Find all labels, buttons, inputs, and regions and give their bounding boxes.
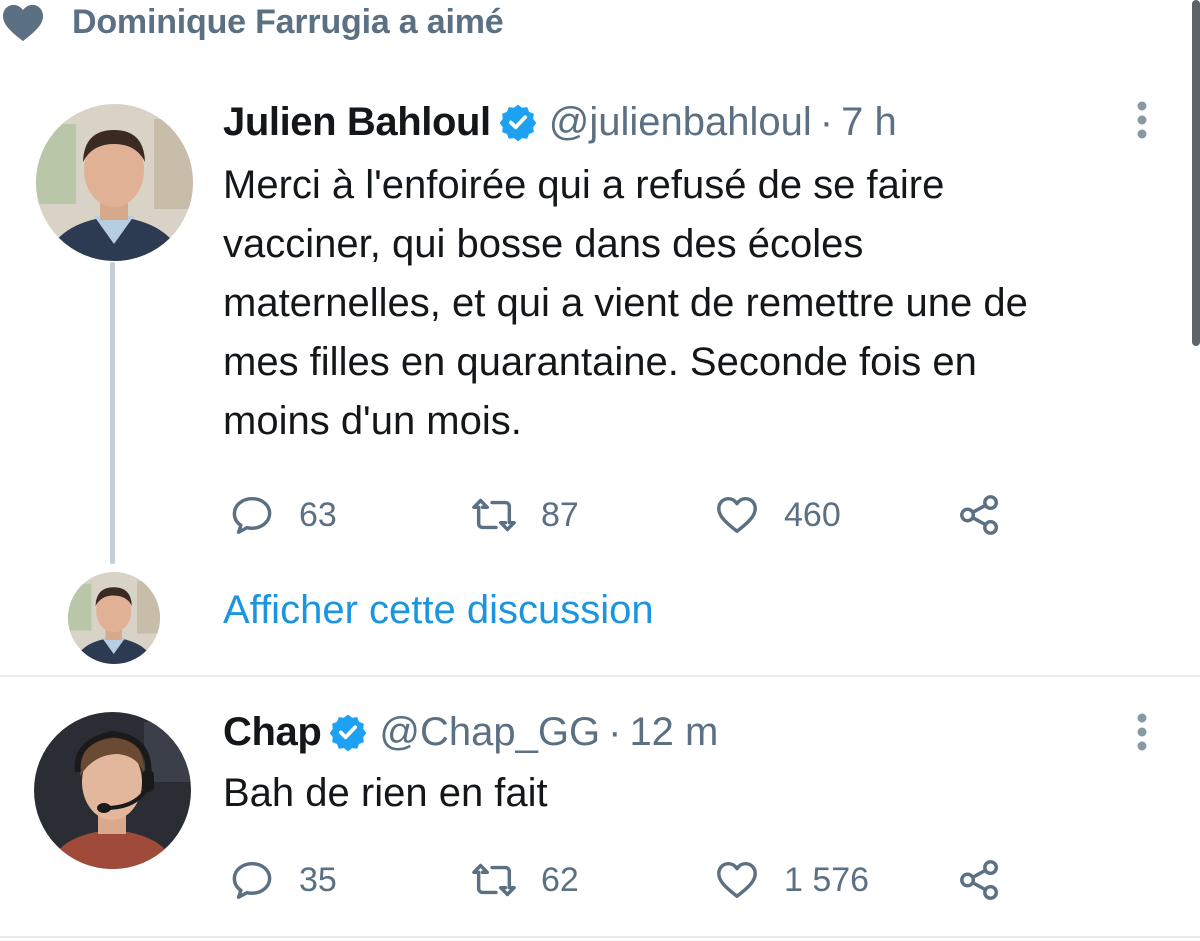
reply-icon <box>232 861 272 899</box>
timestamp[interactable]: 7 h <box>841 100 897 145</box>
more-options-icon[interactable] <box>1136 712 1148 752</box>
like-button[interactable]: 1 576 <box>714 855 869 905</box>
retweet-icon <box>472 863 516 897</box>
retweet-button[interactable]: 62 <box>471 855 579 905</box>
like-button[interactable]: 460 <box>714 490 841 540</box>
reply-button[interactable]: 35 <box>229 855 337 905</box>
share-icon <box>960 860 999 900</box>
heart-outline-icon <box>717 861 757 899</box>
share-icon <box>960 495 999 535</box>
heart-icon <box>3 4 43 42</box>
author-handle[interactable]: @julienbahloul <box>549 100 812 145</box>
reply-button[interactable]: 63 <box>229 490 337 540</box>
share-button[interactable] <box>957 855 1003 905</box>
retweet-count: 62 <box>541 860 579 899</box>
avatar-photo <box>36 104 193 261</box>
thread-line <box>110 262 115 564</box>
divider <box>0 675 1200 677</box>
tweet-header: Chap @Chap_GG · 12 m <box>223 706 718 758</box>
author-handle[interactable]: @Chap_GG <box>379 710 600 755</box>
reply-count: 35 <box>299 860 337 899</box>
more-options-icon[interactable] <box>1136 100 1148 140</box>
heart-outline-icon <box>717 496 757 534</box>
retweet-button[interactable]: 87 <box>471 490 579 540</box>
share-button[interactable] <box>957 490 1003 540</box>
social-context-text: Dominique Farrugia a aimé <box>72 2 504 41</box>
retweet-count: 87 <box>541 495 579 534</box>
tweet-text: Bah de rien en fait <box>223 771 548 815</box>
social-context: Dominique Farrugia a aimé <box>0 0 1200 44</box>
thread-avatar[interactable] <box>68 572 160 664</box>
author-name[interactable]: Chap <box>223 710 322 755</box>
avatar-photo <box>34 712 191 869</box>
like-count: 1 576 <box>784 860 870 899</box>
verified-badge-icon <box>499 104 537 141</box>
tweet-header: Julien Bahloul @julienbahloul · 7 h <box>223 96 897 148</box>
show-thread-link[interactable]: Afficher cette discussion <box>223 588 654 633</box>
author-name[interactable]: Julien Bahloul <box>223 100 491 145</box>
avatar-photo <box>68 572 160 664</box>
timestamp[interactable]: 12 m <box>629 710 718 755</box>
avatar[interactable] <box>34 712 191 869</box>
separator-dot: · <box>608 709 622 754</box>
tweet-text: Merci à l'enfoirée qui a refusé de se fa… <box>223 163 1028 443</box>
separator-dot: · <box>819 99 834 144</box>
divider <box>0 936 1200 938</box>
verified-badge-icon <box>330 714 367 751</box>
retweet-icon <box>472 498 516 532</box>
like-count: 460 <box>784 495 841 534</box>
avatar[interactable] <box>36 104 193 261</box>
reply-count: 63 <box>299 495 337 534</box>
tweet-actions: 35 62 1 576 <box>229 855 1029 905</box>
scrollbar[interactable] <box>1192 0 1200 346</box>
reply-icon <box>232 496 272 534</box>
tweet-actions: 63 87 460 <box>229 490 1029 540</box>
